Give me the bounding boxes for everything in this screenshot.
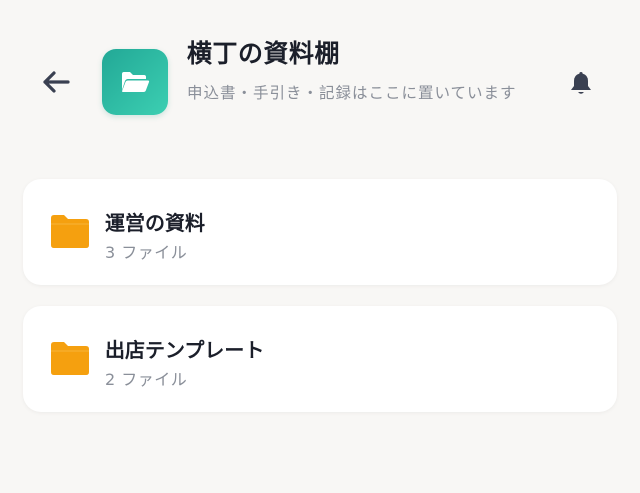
page-title: 横丁の資料棚 [187,39,341,68]
back-button[interactable] [38,64,74,100]
folder-list: 運営の資料 3 ファイル 出店テンプレート 2 ファイル [23,179,617,433]
app-icon [102,49,168,115]
folder-name: 出店テンプレート [105,338,265,362]
folder-icon [51,342,89,375]
notification-button[interactable] [566,68,596,98]
page-subtitle: 申込書・手引き・記録はここに置いています [187,84,517,102]
arrow-left-icon [43,71,70,93]
folder-icon [51,215,89,248]
header: 横丁の資料棚 申込書・手引き・記録はここに置いています [0,0,640,150]
bell-icon [571,72,591,94]
folder-name: 運営の資料 [105,211,205,235]
folder-open-icon [122,72,150,92]
folder-file-count: 3 ファイル [105,243,188,262]
folder-item-templates[interactable]: 出店テンプレート 2 ファイル [23,306,617,412]
folder-file-count: 2 ファイル [105,370,188,389]
folder-item-operations[interactable]: 運営の資料 3 ファイル [23,179,617,285]
